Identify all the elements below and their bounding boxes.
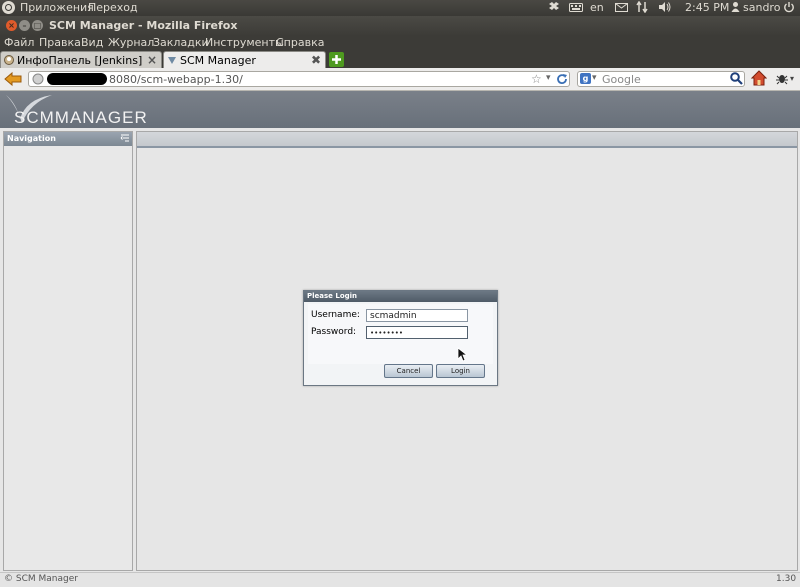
- menu-history[interactable]: Журнал: [108, 36, 154, 49]
- scm-favicon-icon: [167, 55, 177, 65]
- globe-icon: [32, 73, 44, 88]
- tab-scm-manager[interactable]: SCM Manager ✖: [163, 51, 326, 68]
- login-dialog-title-bar[interactable]: Please Login: [304, 291, 497, 302]
- applications-menu[interactable]: Приложения: [20, 1, 94, 14]
- login-dialog: Username: scmadmin Password: •••••••• Ca…: [303, 290, 498, 386]
- reload-icon[interactable]: [556, 73, 568, 88]
- jenkins-favicon-icon: [4, 55, 14, 65]
- close-window-icon[interactable]: ×: [6, 20, 17, 31]
- app-footer: © SCM Manager 1.30: [0, 572, 800, 587]
- tab-bar: ИнфоПанель [Jenkins] × SCM Manager ✖: [0, 50, 800, 68]
- dropbox-icon[interactable]: [548, 1, 560, 16]
- mail-icon[interactable]: [615, 1, 628, 16]
- addon-bug-icon[interactable]: [775, 72, 789, 88]
- username-label: Username:: [311, 310, 360, 320]
- navigation-title: Navigation: [7, 134, 56, 143]
- minimize-window-icon[interactable]: –: [19, 20, 30, 31]
- mouse-cursor-icon: [457, 347, 467, 362]
- google-engine-icon[interactable]: g: [580, 73, 591, 84]
- username-field[interactable]: scmadmin: [366, 309, 468, 322]
- menu-view[interactable]: Вид: [81, 36, 103, 49]
- system-top-panel: Приложения Переход en 2:45 PM sandro: [0, 0, 800, 16]
- main-content-header: [137, 132, 797, 148]
- window-title-bar[interactable]: × – □ SCM Manager - Mozilla Firefox: [0, 16, 800, 36]
- menu-edit[interactable]: Правка: [39, 36, 81, 49]
- bookmark-star-icon[interactable]: ☆: [531, 72, 542, 86]
- menu-help[interactable]: Справка: [276, 36, 324, 49]
- login-button[interactable]: Login: [436, 364, 485, 378]
- menu-bookmarks[interactable]: Закладки: [153, 36, 209, 49]
- dropdown-arrow-icon[interactable]: ▾: [546, 73, 551, 83]
- menu-bar: Файл Правка Вид Журнал Закладки Инструме…: [0, 36, 800, 50]
- menu-tools[interactable]: Инструменты: [205, 36, 284, 49]
- user-icon[interactable]: [731, 1, 740, 16]
- footer-copyright: © SCM Manager: [4, 574, 78, 584]
- network-icon[interactable]: [636, 0, 648, 16]
- clock[interactable]: 2:45 PM: [685, 1, 729, 14]
- new-tab-icon[interactable]: [329, 52, 344, 67]
- menu-file[interactable]: Файл: [4, 36, 34, 49]
- places-menu[interactable]: Переход: [88, 1, 138, 14]
- window-title: SCM Manager - Mozilla Firefox: [49, 19, 238, 32]
- engine-dropdown-icon[interactable]: ▾: [592, 73, 597, 83]
- footer-version: 1.30: [776, 574, 797, 584]
- redacted-host: [47, 73, 107, 85]
- close-tab-icon[interactable]: ✖: [311, 53, 321, 67]
- cancel-button[interactable]: Cancel: [384, 364, 433, 378]
- collapse-panel-icon[interactable]: [120, 133, 130, 145]
- back-arrow-icon[interactable]: [4, 71, 22, 90]
- tab-label: SCM Manager: [180, 54, 256, 67]
- search-icon[interactable]: [730, 72, 743, 88]
- tab-label: ИнфоПанель [Jenkins]: [17, 54, 143, 67]
- login-dialog-title: Please Login: [307, 292, 358, 300]
- power-icon[interactable]: [783, 1, 795, 16]
- password-label: Password:: [311, 327, 357, 337]
- search-bar[interactable]: g ▾ Google: [577, 71, 745, 87]
- keyboard-icon[interactable]: [569, 1, 583, 16]
- ubuntu-logo-icon[interactable]: [2, 1, 15, 14]
- maximize-window-icon[interactable]: □: [32, 20, 43, 31]
- password-field[interactable]: ••••••••: [366, 326, 468, 339]
- navigation-panel-header: Navigation: [4, 132, 132, 146]
- keyboard-layout-indicator[interactable]: en: [590, 1, 604, 14]
- close-tab-icon[interactable]: ×: [147, 53, 157, 67]
- search-input[interactable]: Google: [602, 73, 641, 86]
- app-logo-text: SCMMANAGER: [14, 108, 148, 127]
- address-bar[interactable]: 8080/scm-webapp-1.30/ ☆ ▾: [28, 71, 570, 87]
- volume-icon[interactable]: [658, 1, 671, 16]
- home-icon[interactable]: [750, 70, 768, 89]
- url-text[interactable]: 8080/scm-webapp-1.30/: [109, 73, 243, 86]
- tab-jenkins[interactable]: ИнфоПанель [Jenkins] ×: [0, 51, 162, 68]
- addon-dropdown-icon[interactable]: ▾: [790, 74, 794, 83]
- user-menu[interactable]: sandro: [743, 1, 780, 14]
- navigation-panel: [3, 131, 133, 571]
